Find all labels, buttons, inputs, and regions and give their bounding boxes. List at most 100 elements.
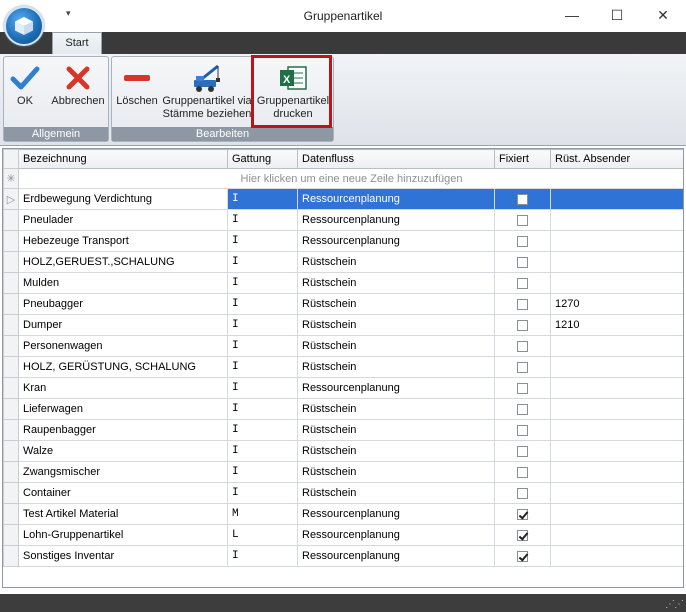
cell-absender[interactable] xyxy=(550,356,683,378)
row-header[interactable] xyxy=(3,335,19,357)
cell-absender[interactable] xyxy=(550,545,683,567)
cell-absender[interactable] xyxy=(550,188,683,210)
table-row[interactable]: Lieferwagen I Rüstschein xyxy=(3,398,683,420)
cell-datenfluss[interactable]: Ressourcenplanung xyxy=(297,524,495,546)
row-header[interactable] xyxy=(3,377,19,399)
row-header[interactable] xyxy=(3,398,19,420)
cell-datenfluss[interactable]: Ressourcenplanung xyxy=(297,545,495,567)
cell-bezeichnung[interactable]: Hebezeuge Transport xyxy=(18,230,228,252)
cell-bezeichnung[interactable]: Dumper xyxy=(18,314,228,336)
column-header-absender[interactable]: Rüst. Absender xyxy=(550,149,683,169)
table-row[interactable]: HOLZ,GERUEST.,SCHALUNG I Rüstschein xyxy=(3,251,683,273)
row-header[interactable] xyxy=(3,356,19,378)
table-row[interactable]: Zwangsmischer I Rüstschein xyxy=(3,461,683,483)
cell-absender[interactable] xyxy=(550,251,683,273)
row-header[interactable] xyxy=(3,503,19,525)
maximize-button[interactable]: ☐ xyxy=(602,4,632,26)
column-header-bezeichnung[interactable]: Bezeichnung xyxy=(18,149,228,169)
cell-datenfluss[interactable]: Ressourcenplanung xyxy=(297,209,495,231)
minimize-button[interactable]: — xyxy=(557,4,587,26)
fixiert-checkbox[interactable] xyxy=(517,403,528,415)
column-header-datenfluss[interactable]: Datenfluss xyxy=(297,149,495,169)
cell-gattung[interactable]: I xyxy=(227,377,298,399)
cell-absender[interactable] xyxy=(550,440,683,462)
fixiert-checkbox[interactable] xyxy=(517,256,528,268)
fixiert-checkbox[interactable] xyxy=(517,466,528,478)
cell-datenfluss[interactable]: Rüstschein xyxy=(297,461,495,483)
cell-datenfluss[interactable]: Rüstschein xyxy=(297,398,495,420)
row-header[interactable] xyxy=(3,461,19,483)
cell-datenfluss[interactable]: Ressourcenplanung xyxy=(297,188,495,210)
cell-absender[interactable] xyxy=(550,377,683,399)
cell-datenfluss[interactable]: Rüstschein xyxy=(297,314,495,336)
fixiert-checkbox[interactable] xyxy=(517,382,528,394)
delete-button[interactable]: Löschen xyxy=(114,61,160,108)
cell-gattung[interactable]: I xyxy=(227,545,298,567)
column-header-fixiert[interactable]: Fixiert xyxy=(494,149,551,169)
cell-datenfluss[interactable]: Ressourcenplanung xyxy=(297,503,495,525)
data-grid[interactable]: Bezeichnung Gattung Datenfluss Fixiert R… xyxy=(2,148,684,588)
cell-bezeichnung[interactable]: Test Artikel Material xyxy=(18,503,228,525)
cell-absender[interactable] xyxy=(550,398,683,420)
cell-gattung[interactable]: I xyxy=(227,251,298,273)
fixiert-checkbox[interactable] xyxy=(517,340,528,352)
cell-bezeichnung[interactable]: Zwangsmischer xyxy=(18,461,228,483)
row-header[interactable] xyxy=(3,314,19,336)
cell-datenfluss[interactable]: Rüstschein xyxy=(297,440,495,462)
cell-bezeichnung[interactable]: Personenwagen xyxy=(18,335,228,357)
cell-gattung[interactable]: M xyxy=(227,503,298,525)
fixiert-checkbox[interactable] xyxy=(517,361,528,373)
fixiert-checkbox[interactable] xyxy=(517,277,528,289)
row-header[interactable] xyxy=(3,545,19,567)
cell-datenfluss[interactable]: Ressourcenplanung xyxy=(297,377,495,399)
cell-gattung[interactable]: I xyxy=(227,356,298,378)
fixiert-checkbox[interactable] xyxy=(517,235,528,247)
table-row[interactable]: Walze I Rüstschein xyxy=(3,440,683,462)
cell-gattung[interactable]: I xyxy=(227,419,298,441)
cell-gattung[interactable]: I xyxy=(227,440,298,462)
row-header[interactable] xyxy=(3,251,19,273)
ok-button[interactable]: OK xyxy=(6,61,44,108)
row-header[interactable]: ▷ xyxy=(3,188,19,210)
row-header[interactable] xyxy=(3,524,19,546)
close-button[interactable]: ✕ xyxy=(648,4,678,26)
cell-datenfluss[interactable]: Rüstschein xyxy=(297,293,495,315)
new-row-hint[interactable]: Hier klicken um eine neue Zeile hinzuzuf… xyxy=(18,168,683,189)
cell-bezeichnung[interactable]: HOLZ, GERÜSTUNG, SCHALUNG xyxy=(18,356,228,378)
table-row[interactable]: Lohn-Gruppenartikel L Ressourcenplanung xyxy=(3,524,683,546)
row-header[interactable] xyxy=(3,272,19,294)
table-row[interactable]: Raupenbagger I Rüstschein xyxy=(3,419,683,441)
table-row[interactable]: Sonstiges Inventar I Ressourcenplanung xyxy=(3,545,683,567)
table-row[interactable]: Container I Rüstschein xyxy=(3,482,683,504)
table-row[interactable]: Pneubagger I Rüstschein 1270 xyxy=(3,293,683,315)
cell-absender[interactable] xyxy=(550,419,683,441)
cell-absender[interactable] xyxy=(550,335,683,357)
cell-bezeichnung[interactable]: Pneubagger xyxy=(18,293,228,315)
cell-gattung[interactable]: I xyxy=(227,314,298,336)
row-header[interactable] xyxy=(3,293,19,315)
cell-absender[interactable] xyxy=(550,503,683,525)
cell-bezeichnung[interactable]: Erdbewegung Verdichtung xyxy=(18,188,228,210)
cell-bezeichnung[interactable]: Kran xyxy=(18,377,228,399)
table-row[interactable]: Personenwagen I Rüstschein xyxy=(3,335,683,357)
cell-bezeichnung[interactable]: Mulden xyxy=(18,272,228,294)
cell-absender[interactable] xyxy=(550,230,683,252)
table-row[interactable]: Mulden I Rüstschein xyxy=(3,272,683,294)
cell-bezeichnung[interactable]: Pneulader xyxy=(18,209,228,231)
new-row[interactable]: ✳ Hier klicken um eine neue Zeile hinzuz… xyxy=(3,168,683,189)
table-row[interactable]: Test Artikel Material M Ressourcenplanung xyxy=(3,503,683,525)
resize-grip-icon[interactable]: ⋰⋰ xyxy=(665,599,684,610)
fixiert-checkbox[interactable] xyxy=(517,508,528,520)
cell-bezeichnung[interactable]: Lohn-Gruppenartikel xyxy=(18,524,228,546)
table-row[interactable]: Hebezeuge Transport I Ressourcenplanung xyxy=(3,230,683,252)
cell-absender[interactable] xyxy=(550,482,683,504)
cell-gattung[interactable]: L xyxy=(227,524,298,546)
cell-datenfluss[interactable]: Rüstschein xyxy=(297,419,495,441)
row-header[interactable] xyxy=(3,209,19,231)
cell-gattung[interactable]: I xyxy=(227,209,298,231)
tab-start[interactable]: Start xyxy=(52,32,102,54)
cell-gattung[interactable]: I xyxy=(227,188,298,210)
fixiert-checkbox[interactable] xyxy=(517,193,528,205)
fetch-via-staemme-button[interactable]: Gruppenartikel via Stämme beziehen xyxy=(161,61,253,121)
column-header-gattung[interactable]: Gattung xyxy=(227,149,298,169)
